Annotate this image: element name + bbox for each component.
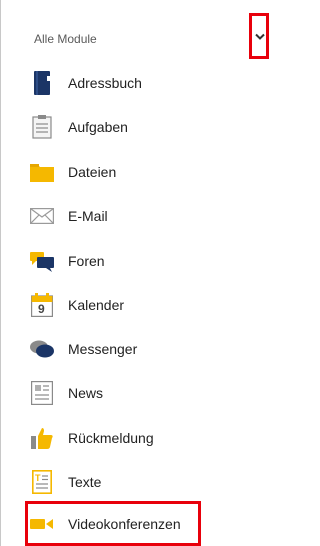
module-item-aufgaben[interactable]: Aufgaben [30,112,260,142]
clipboard-icon [30,115,54,139]
module-item-news[interactable]: News [30,378,260,408]
text-document-icon: T [30,470,54,494]
module-label: Adressbuch [68,75,142,91]
thumbs-up-icon [30,426,54,450]
module-label: Foren [68,253,105,269]
module-item-adressbuch[interactable]: Adressbuch [30,68,260,98]
module-item-foren[interactable]: Foren [30,246,260,276]
module-label: Messenger [68,341,138,357]
module-item-rueckmeldung[interactable]: Rückmeldung [30,423,260,453]
highlight-frame-videokonferenzen [25,501,201,546]
calendar-icon-number: 9 [38,302,45,316]
module-label: Rückmeldung [68,430,154,446]
newspaper-icon [30,381,54,405]
module-item-messenger[interactable]: Messenger [30,334,260,364]
forum-icon [30,249,54,273]
address-book-icon [30,71,54,95]
modules-panel: Alle Module Adressbuch Aufgaben Dateien … [0,0,271,546]
module-label: Texte [68,474,102,490]
panel-header: Alle Module [1,0,272,72]
folder-icon [30,160,54,184]
module-item-dateien[interactable]: Dateien [30,157,260,187]
module-label: Dateien [68,164,117,180]
module-item-email[interactable]: E-Mail [30,201,260,231]
svg-text:T: T [35,473,41,483]
module-item-kalender[interactable]: 9 Kalender [30,290,260,320]
envelope-icon [30,204,54,228]
module-label: Aufgaben [68,119,128,135]
collapse-button[interactable] [249,13,269,59]
chevron-down-icon [255,33,265,40]
module-item-texte[interactable]: T Texte [30,467,260,497]
module-label: E-Mail [68,208,108,224]
calendar-icon: 9 [30,293,54,317]
chat-bubbles-icon [30,337,54,361]
module-label: Kalender [68,297,125,313]
module-label: News [68,385,104,401]
panel-title: Alle Module [34,32,97,46]
